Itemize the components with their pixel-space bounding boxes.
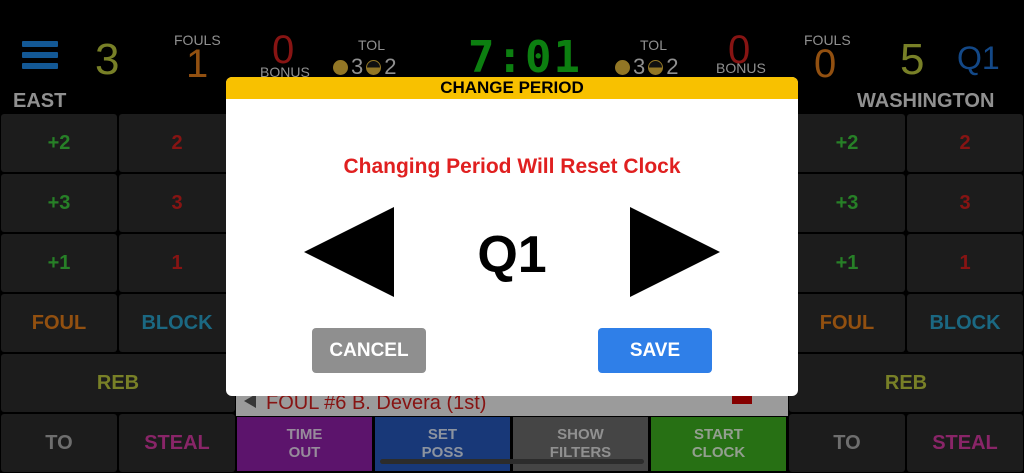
- reset-clock-warning: Changing Period Will Reset Clock: [343, 155, 681, 178]
- selected-period: Q1: [477, 226, 547, 284]
- change-period-dialog: CHANGE PERIOD Changing Period Will Reset…: [226, 77, 798, 396]
- dialog-title: CHANGE PERIOD: [226, 77, 798, 99]
- save-button[interactable]: SAVE: [598, 328, 712, 373]
- prev-period-arrow-icon[interactable]: [304, 207, 394, 297]
- next-period-arrow-icon[interactable]: [630, 207, 720, 297]
- cancel-button[interactable]: CANCEL: [312, 328, 426, 373]
